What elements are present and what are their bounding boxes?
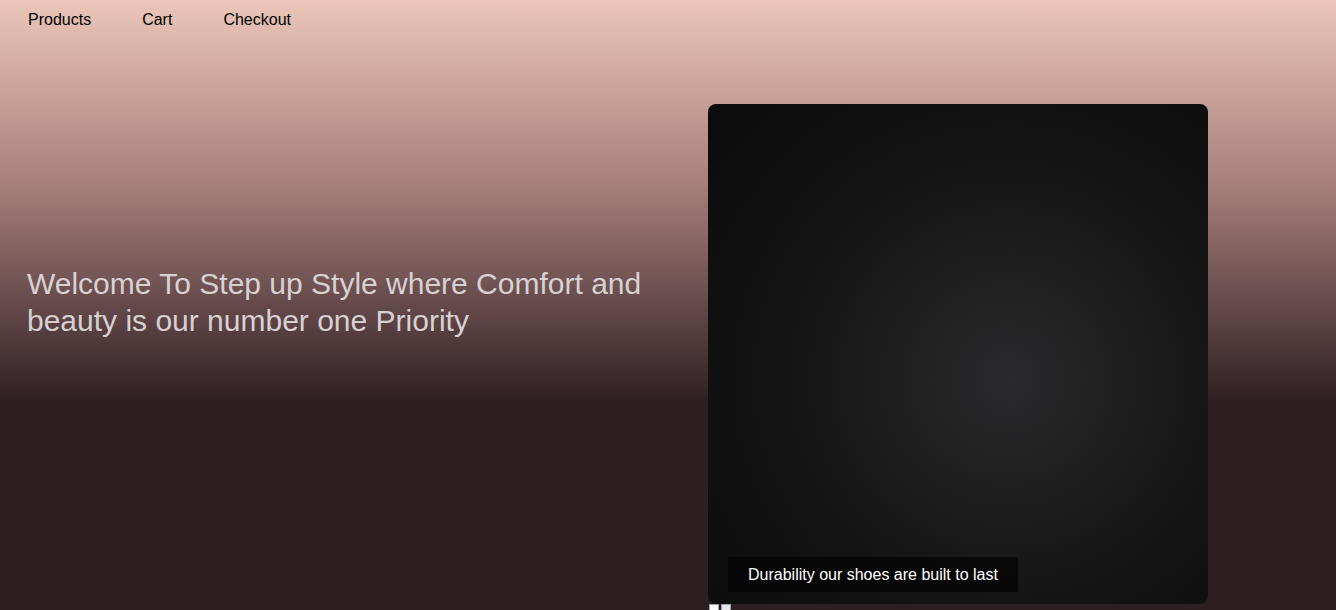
page: Products Cart Checkout Welcome To Step up S… [0,0,1336,610]
carousel: Durability our shoes are built to last [708,104,1208,610]
carousel-indicator[interactable] [709,604,719,610]
nav-link[interactable]: Products [28,10,91,30]
carousel-indicator[interactable] [721,604,731,610]
carousel-caption: Durability our shoes are built to last [728,557,1018,592]
nav-link[interactable]: Cart [142,10,172,30]
nav-link[interactable]: Checkout [223,10,291,30]
nav-bar: Products Cart Checkout [0,0,1336,40]
hero: Welcome To Step up Style where Comfort a… [0,40,1336,610]
carousel-indicators [708,604,1208,610]
carousel-slide: Durability our shoes are built to last [708,104,1208,604]
hero-headline: Welcome To Step up Style where Comfort a… [27,265,667,339]
